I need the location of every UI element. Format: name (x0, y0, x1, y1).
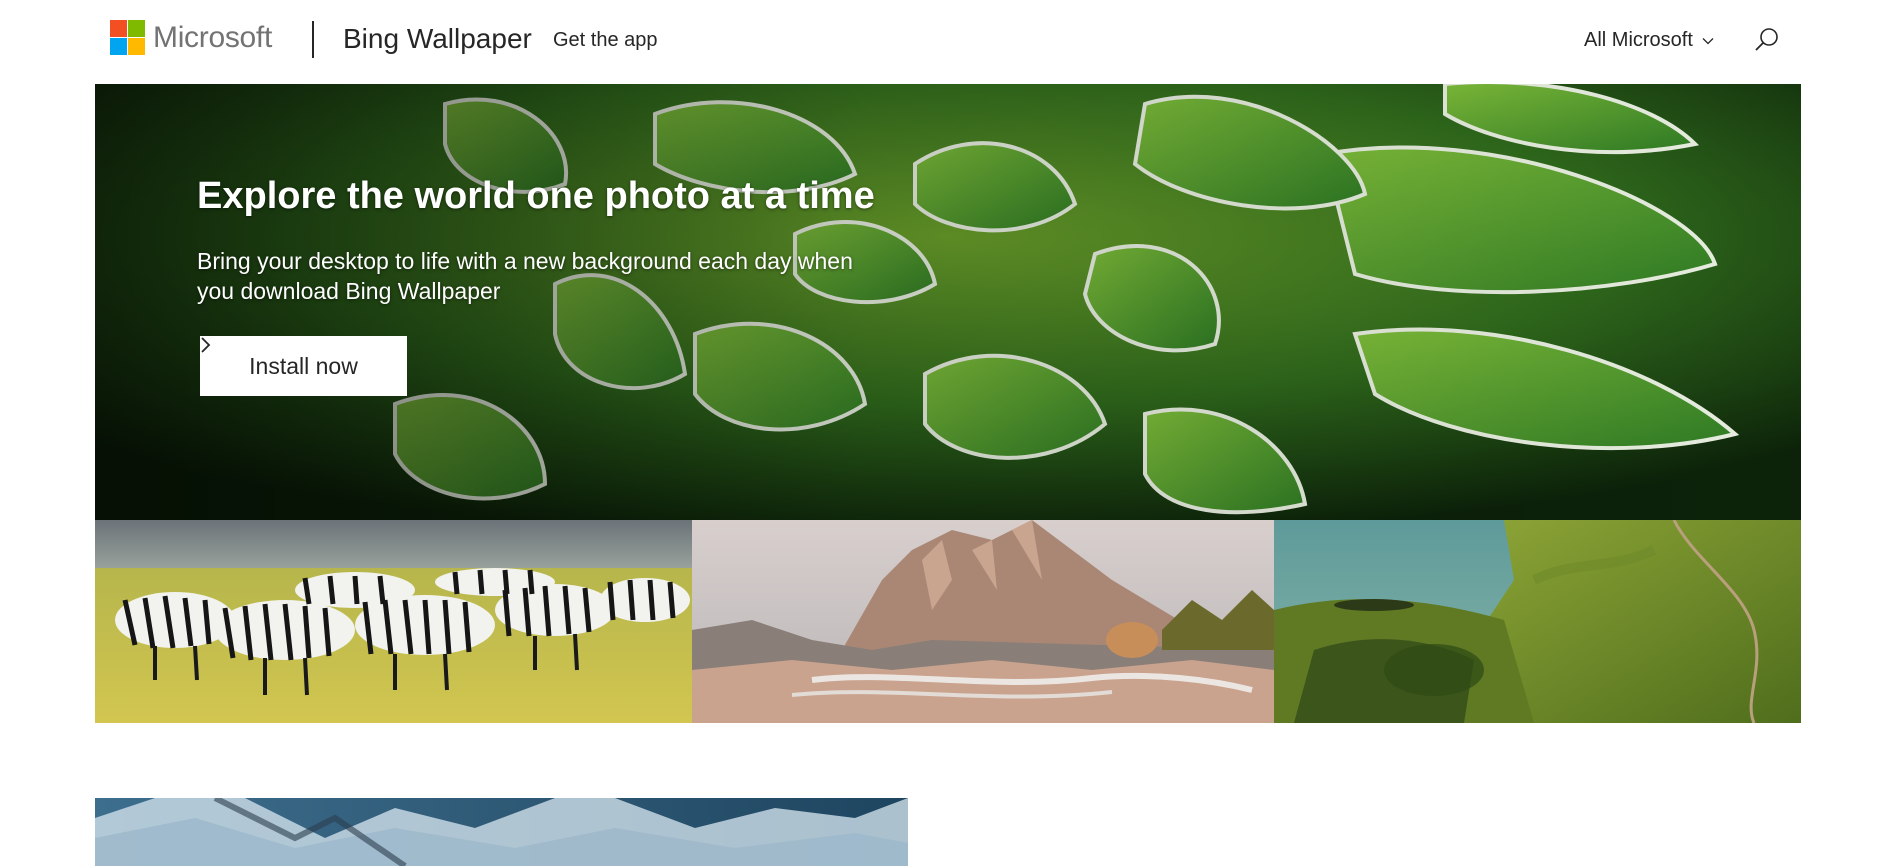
site-header: Microsoft Bing Wallpaper Get the app All… (0, 0, 1895, 84)
chevron-down-icon (1702, 37, 1714, 44)
all-microsoft-menu[interactable]: All Microsoft (1584, 29, 1715, 52)
wallpaper-gallery-strip (95, 520, 1801, 723)
header-divider (312, 21, 314, 58)
all-microsoft-label: All Microsoft (1584, 29, 1693, 51)
brand-name: Microsoft (153, 20, 272, 54)
install-now-button[interactable]: Install now (200, 336, 407, 396)
green-hills-wallpaper-image[interactable] (1274, 520, 1801, 723)
search-icon[interactable] (1753, 26, 1781, 54)
get-the-app-link[interactable]: Get the app (553, 29, 658, 52)
mountain-river-wallpaper-image[interactable] (692, 520, 1274, 723)
install-now-label: Install now (249, 352, 358, 379)
microsoft-logo-link[interactable]: Microsoft (110, 20, 272, 55)
microsoft-logo-icon (110, 20, 145, 55)
product-name-link[interactable]: Bing Wallpaper (343, 23, 532, 55)
hero-banner: Explore the world one photo at a time Br… (95, 84, 1801, 520)
featured-snow-mountain-image[interactable] (95, 798, 908, 866)
zebra-wallpaper-image[interactable] (95, 520, 692, 723)
hero-title: Explore the world one photo at a time (197, 175, 875, 217)
hero-subtitle: Bring your desktop to life with a new ba… (197, 247, 853, 304)
chevron-right-icon (201, 337, 211, 353)
